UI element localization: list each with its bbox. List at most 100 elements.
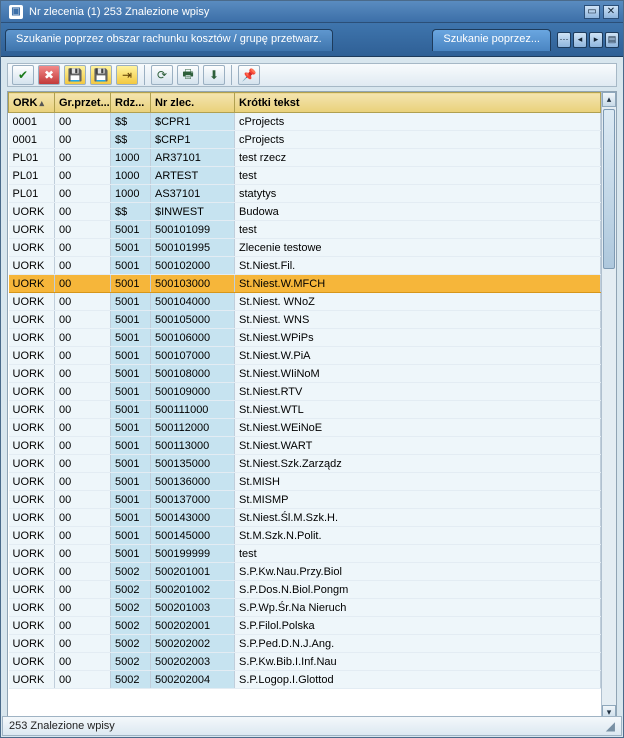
table-row[interactable]: UORK005001500107000St.Niest.W.PiA — [9, 347, 601, 365]
minimize-button[interactable]: ▭ — [584, 5, 600, 19]
cell-ork: 0001 — [9, 131, 55, 149]
table-row[interactable]: UORK005001500105000St.Niest. WNS — [9, 311, 601, 329]
cell-ork: UORK — [9, 617, 55, 635]
table-row[interactable]: UORK005002500202002S.P.Ped.D.N.J.Ang. — [9, 635, 601, 653]
pin-button[interactable]: 📌 — [238, 65, 260, 85]
table-row[interactable]: UORK005001500135000St.Niest.Szk.Zarządz — [9, 455, 601, 473]
content-area: ✔ ✖ 💾 💾 ⇥ ⟳ 🖶 ⬇ 📌 ORK▴ Gr.przet... Rdz..… — [1, 57, 623, 721]
tabs-more-icon[interactable]: ⋯ — [557, 32, 571, 48]
table-row[interactable]: PL01001000ARTESTtest — [9, 167, 601, 185]
print-button[interactable]: 🖶 — [177, 65, 199, 85]
cancel-button[interactable]: ✖ — [38, 65, 60, 85]
table-row[interactable]: 000100$$$CRP1cProjects — [9, 131, 601, 149]
table-row[interactable]: UORK005002500202001S.P.Filol.Polska — [9, 617, 601, 635]
scroll-track[interactable] — [602, 107, 616, 705]
table-row[interactable]: UORK005001500108000St.Niest.WIiNoM — [9, 365, 601, 383]
cell-rdz: 5001 — [111, 383, 151, 401]
tab-primary[interactable]: Szukanie poprzez obszar rachunku kosztów… — [5, 29, 333, 51]
col-header-nrzlec[interactable]: Nr zlec. — [151, 93, 235, 113]
table-row[interactable]: UORK005002500201002S.P.Dos.N.Biol.Pongm — [9, 581, 601, 599]
table-row[interactable]: UORK005001500103000St.Niest.W.MFCH — [9, 275, 601, 293]
table-row[interactable]: UORK005001500143000St.Niest.Śl.M.Szk.H. — [9, 509, 601, 527]
vertical-scrollbar[interactable]: ▴ ▾ — [601, 92, 616, 720]
cell-grp: 00 — [55, 509, 111, 527]
cell-grp: 00 — [55, 401, 111, 419]
table-row[interactable]: UORK005001500111000St.Niest.WTL — [9, 401, 601, 419]
cell-ork: UORK — [9, 239, 55, 257]
cell-txt: Budowa — [235, 203, 601, 221]
tabs-list-button[interactable]: ▤ — [605, 32, 619, 48]
cell-rdz: 5001 — [111, 491, 151, 509]
cell-grp: 00 — [55, 563, 111, 581]
scroll-thumb[interactable] — [603, 109, 615, 269]
table-row[interactable]: UORK005001500199999test — [9, 545, 601, 563]
cell-ork: UORK — [9, 473, 55, 491]
table-row[interactable]: UORK005002500202004S.P.Logop.I.Glottod — [9, 671, 601, 689]
table-row[interactable]: UORK005001500106000St.Niest.WPiPs — [9, 329, 601, 347]
export-button[interactable]: ⇥ — [116, 65, 138, 85]
table-row[interactable]: UORK005001500102000St.Niest.Fil. — [9, 257, 601, 275]
cell-nrz: 500105000 — [151, 311, 235, 329]
table-row[interactable]: UORK005002500201003S.P.Wp.Śr.Na Nieruch — [9, 599, 601, 617]
save-all-button[interactable]: 💾 — [90, 65, 112, 85]
table-row[interactable]: UORK005001500145000St.M.Szk.N.Polit. — [9, 527, 601, 545]
cell-ork: PL01 — [9, 149, 55, 167]
table-row[interactable]: UORK005001500101099test — [9, 221, 601, 239]
close-button[interactable]: ✕ — [603, 5, 619, 19]
cell-nrz: 500135000 — [151, 455, 235, 473]
scroll-up-button[interactable]: ▴ — [602, 92, 616, 107]
cell-rdz: 1000 — [111, 149, 151, 167]
tabs-next-button[interactable]: ▸ — [589, 32, 603, 48]
table-row[interactable]: PL01001000AR37101test rzecz — [9, 149, 601, 167]
cell-ork: UORK — [9, 563, 55, 581]
cell-grp: 00 — [55, 473, 111, 491]
cell-grp: 00 — [55, 365, 111, 383]
cell-rdz: 5001 — [111, 365, 151, 383]
cell-ork: UORK — [9, 545, 55, 563]
cell-ork: PL01 — [9, 185, 55, 203]
cell-txt: St.MISH — [235, 473, 601, 491]
table-row[interactable]: UORK005001500136000St.MISH — [9, 473, 601, 491]
results-table: ORK▴ Gr.przet... Rdz... Nr zlec. Krótki … — [8, 92, 601, 689]
table-row[interactable]: UORK005001500101995Zlecenie testowe — [9, 239, 601, 257]
cell-ork: UORK — [9, 581, 55, 599]
cell-nrz: 500104000 — [151, 293, 235, 311]
table-row[interactable]: UORK005001500112000St.Niest.WEiNoE — [9, 419, 601, 437]
table-row[interactable]: UORK005001500109000St.Niest.RTV — [9, 383, 601, 401]
cell-grp: 00 — [55, 545, 111, 563]
table-row[interactable]: UORK005001500113000St.Niest.WART — [9, 437, 601, 455]
tab-secondary[interactable]: Szukanie poprzez... — [432, 29, 551, 51]
col-header-krotkitekst[interactable]: Krótki tekst — [235, 93, 601, 113]
cell-rdz: 5002 — [111, 581, 151, 599]
table-row[interactable]: UORK005001500104000St.Niest. WNoZ — [9, 293, 601, 311]
cell-grp: 00 — [55, 203, 111, 221]
cell-txt: St.Niest.WPiPs — [235, 329, 601, 347]
save-button[interactable]: 💾 — [64, 65, 86, 85]
cell-nrz: AR37101 — [151, 149, 235, 167]
cell-grp: 00 — [55, 671, 111, 689]
tab-bar: Szukanie poprzez obszar rachunku kosztów… — [1, 23, 623, 57]
tabs-prev-button[interactable]: ◂ — [573, 32, 587, 48]
table-row[interactable]: UORK00$$$INWESTBudowa — [9, 203, 601, 221]
col-header-rdz[interactable]: Rdz... — [111, 93, 151, 113]
results-grid[interactable]: ORK▴ Gr.przet... Rdz... Nr zlec. Krótki … — [8, 92, 601, 720]
refresh-button[interactable]: ⟳ — [151, 65, 173, 85]
cell-ork: 0001 — [9, 113, 55, 131]
cell-ork: UORK — [9, 311, 55, 329]
table-row[interactable]: PL01001000AS37101statytys — [9, 185, 601, 203]
table-row[interactable]: UORK005001500137000St.MISMP — [9, 491, 601, 509]
confirm-button[interactable]: ✔ — [12, 65, 34, 85]
cell-rdz: 5001 — [111, 401, 151, 419]
cell-txt: S.P.Logop.I.Glottod — [235, 671, 601, 689]
table-row[interactable]: 000100$$$CPR1cProjects — [9, 113, 601, 131]
col-header-ork[interactable]: ORK▴ — [9, 93, 55, 113]
cell-rdz: 5001 — [111, 473, 151, 491]
table-row[interactable]: UORK005002500201001S.P.Kw.Nau.Przy.Biol — [9, 563, 601, 581]
table-row[interactable]: UORK005002500202003S.P.Kw.Bib.I.Inf.Nau — [9, 653, 601, 671]
cell-nrz: 500101099 — [151, 221, 235, 239]
download-button[interactable]: ⬇ — [203, 65, 225, 85]
cell-ork: UORK — [9, 203, 55, 221]
resize-grip-icon[interactable]: ◢ — [606, 719, 615, 733]
col-header-grprzet[interactable]: Gr.przet... — [55, 93, 111, 113]
cell-nrz: 500202004 — [151, 671, 235, 689]
